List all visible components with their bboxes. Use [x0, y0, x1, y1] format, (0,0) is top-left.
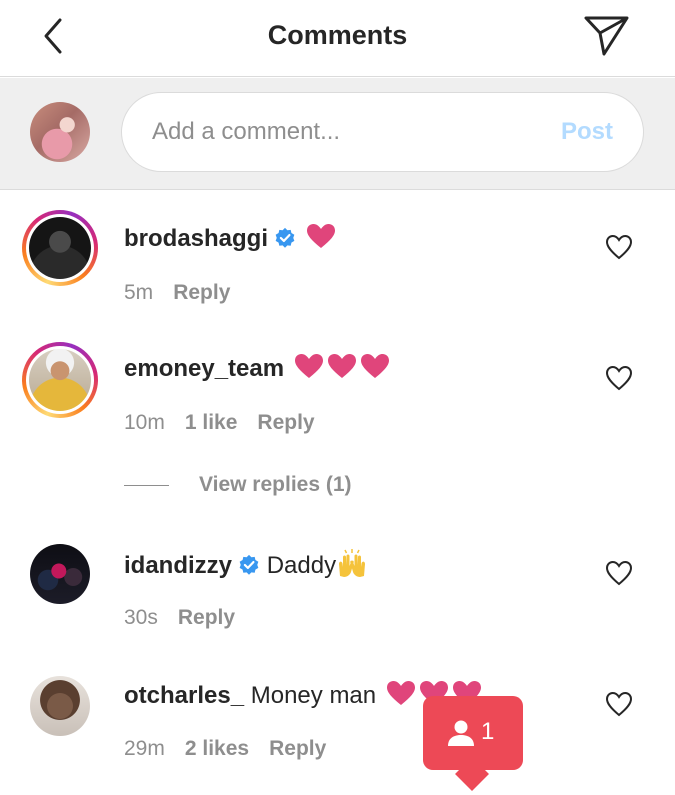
- heart-outline-icon[interactable]: [605, 234, 633, 260]
- heart-emoji-icon: [327, 354, 356, 378]
- comment-timestamp: 30s: [124, 606, 158, 629]
- comment-username[interactable]: idandizzy: [124, 552, 232, 579]
- person-icon: [448, 720, 474, 746]
- reply-button[interactable]: Reply: [257, 411, 314, 434]
- comment-input[interactable]: [152, 93, 532, 171]
- comment-username[interactable]: brodashaggi: [124, 225, 268, 252]
- heart-emoji-icon: [294, 354, 323, 378]
- heart-emoji-icon: [360, 354, 389, 378]
- avatar[interactable]: [30, 676, 90, 736]
- post-button[interactable]: Post: [561, 118, 613, 146]
- reply-button[interactable]: Reply: [269, 737, 326, 760]
- share-button[interactable]: [582, 13, 630, 57]
- header-bar: Comments: [0, 0, 675, 77]
- likes-count-link[interactable]: 2 likes: [185, 737, 249, 760]
- heart-outline-icon[interactable]: [605, 560, 633, 586]
- likes-count-link[interactable]: 1 like: [185, 411, 238, 434]
- comment-item: idandizzy Daddy 30s Reply: [0, 520, 675, 650]
- comment-text: Daddy: [266, 552, 337, 579]
- heart-emoji-icon: [306, 224, 335, 248]
- heart-outline-icon[interactable]: [605, 365, 633, 391]
- raising-hands-emoji-icon: [339, 549, 366, 577]
- comment-username[interactable]: emoney_team: [124, 355, 284, 382]
- avatar: [29, 217, 91, 279]
- activity-notification[interactable]: 1: [423, 696, 523, 770]
- comment-timestamp: 10m: [124, 411, 165, 434]
- avatar: [29, 349, 91, 411]
- divider-line: [124, 485, 169, 486]
- comment-timestamp: 5m: [124, 281, 154, 304]
- comment-box: Post: [121, 92, 644, 172]
- current-user-avatar: [30, 102, 90, 162]
- notification-count: 1: [481, 718, 495, 745]
- page-title: Comments: [267, 20, 408, 50]
- heart-outline-icon[interactable]: [605, 691, 633, 717]
- comment-username[interactable]: otcharles_: [124, 682, 244, 709]
- view-replies-label: View replies (1): [199, 473, 352, 496]
- heart-emoji-icon: [386, 681, 415, 705]
- comment-item: brodashaggi 5m Reply: [0, 190, 675, 320]
- comment-composer: Post: [0, 78, 675, 190]
- verified-badge-icon: [275, 227, 295, 248]
- story-ring[interactable]: [22, 210, 98, 286]
- comment-text: Money man: [250, 682, 377, 709]
- comment-timestamp: 29m: [124, 737, 165, 760]
- reply-button[interactable]: Reply: [178, 606, 235, 629]
- verified-badge-icon: [239, 554, 259, 575]
- story-ring[interactable]: [22, 342, 98, 418]
- avatar[interactable]: [30, 544, 90, 604]
- comment-item: otcharles_ Money man 29m 2 likes Reply: [0, 650, 675, 795]
- reply-button[interactable]: Reply: [173, 281, 230, 304]
- paper-plane-icon: [584, 16, 629, 56]
